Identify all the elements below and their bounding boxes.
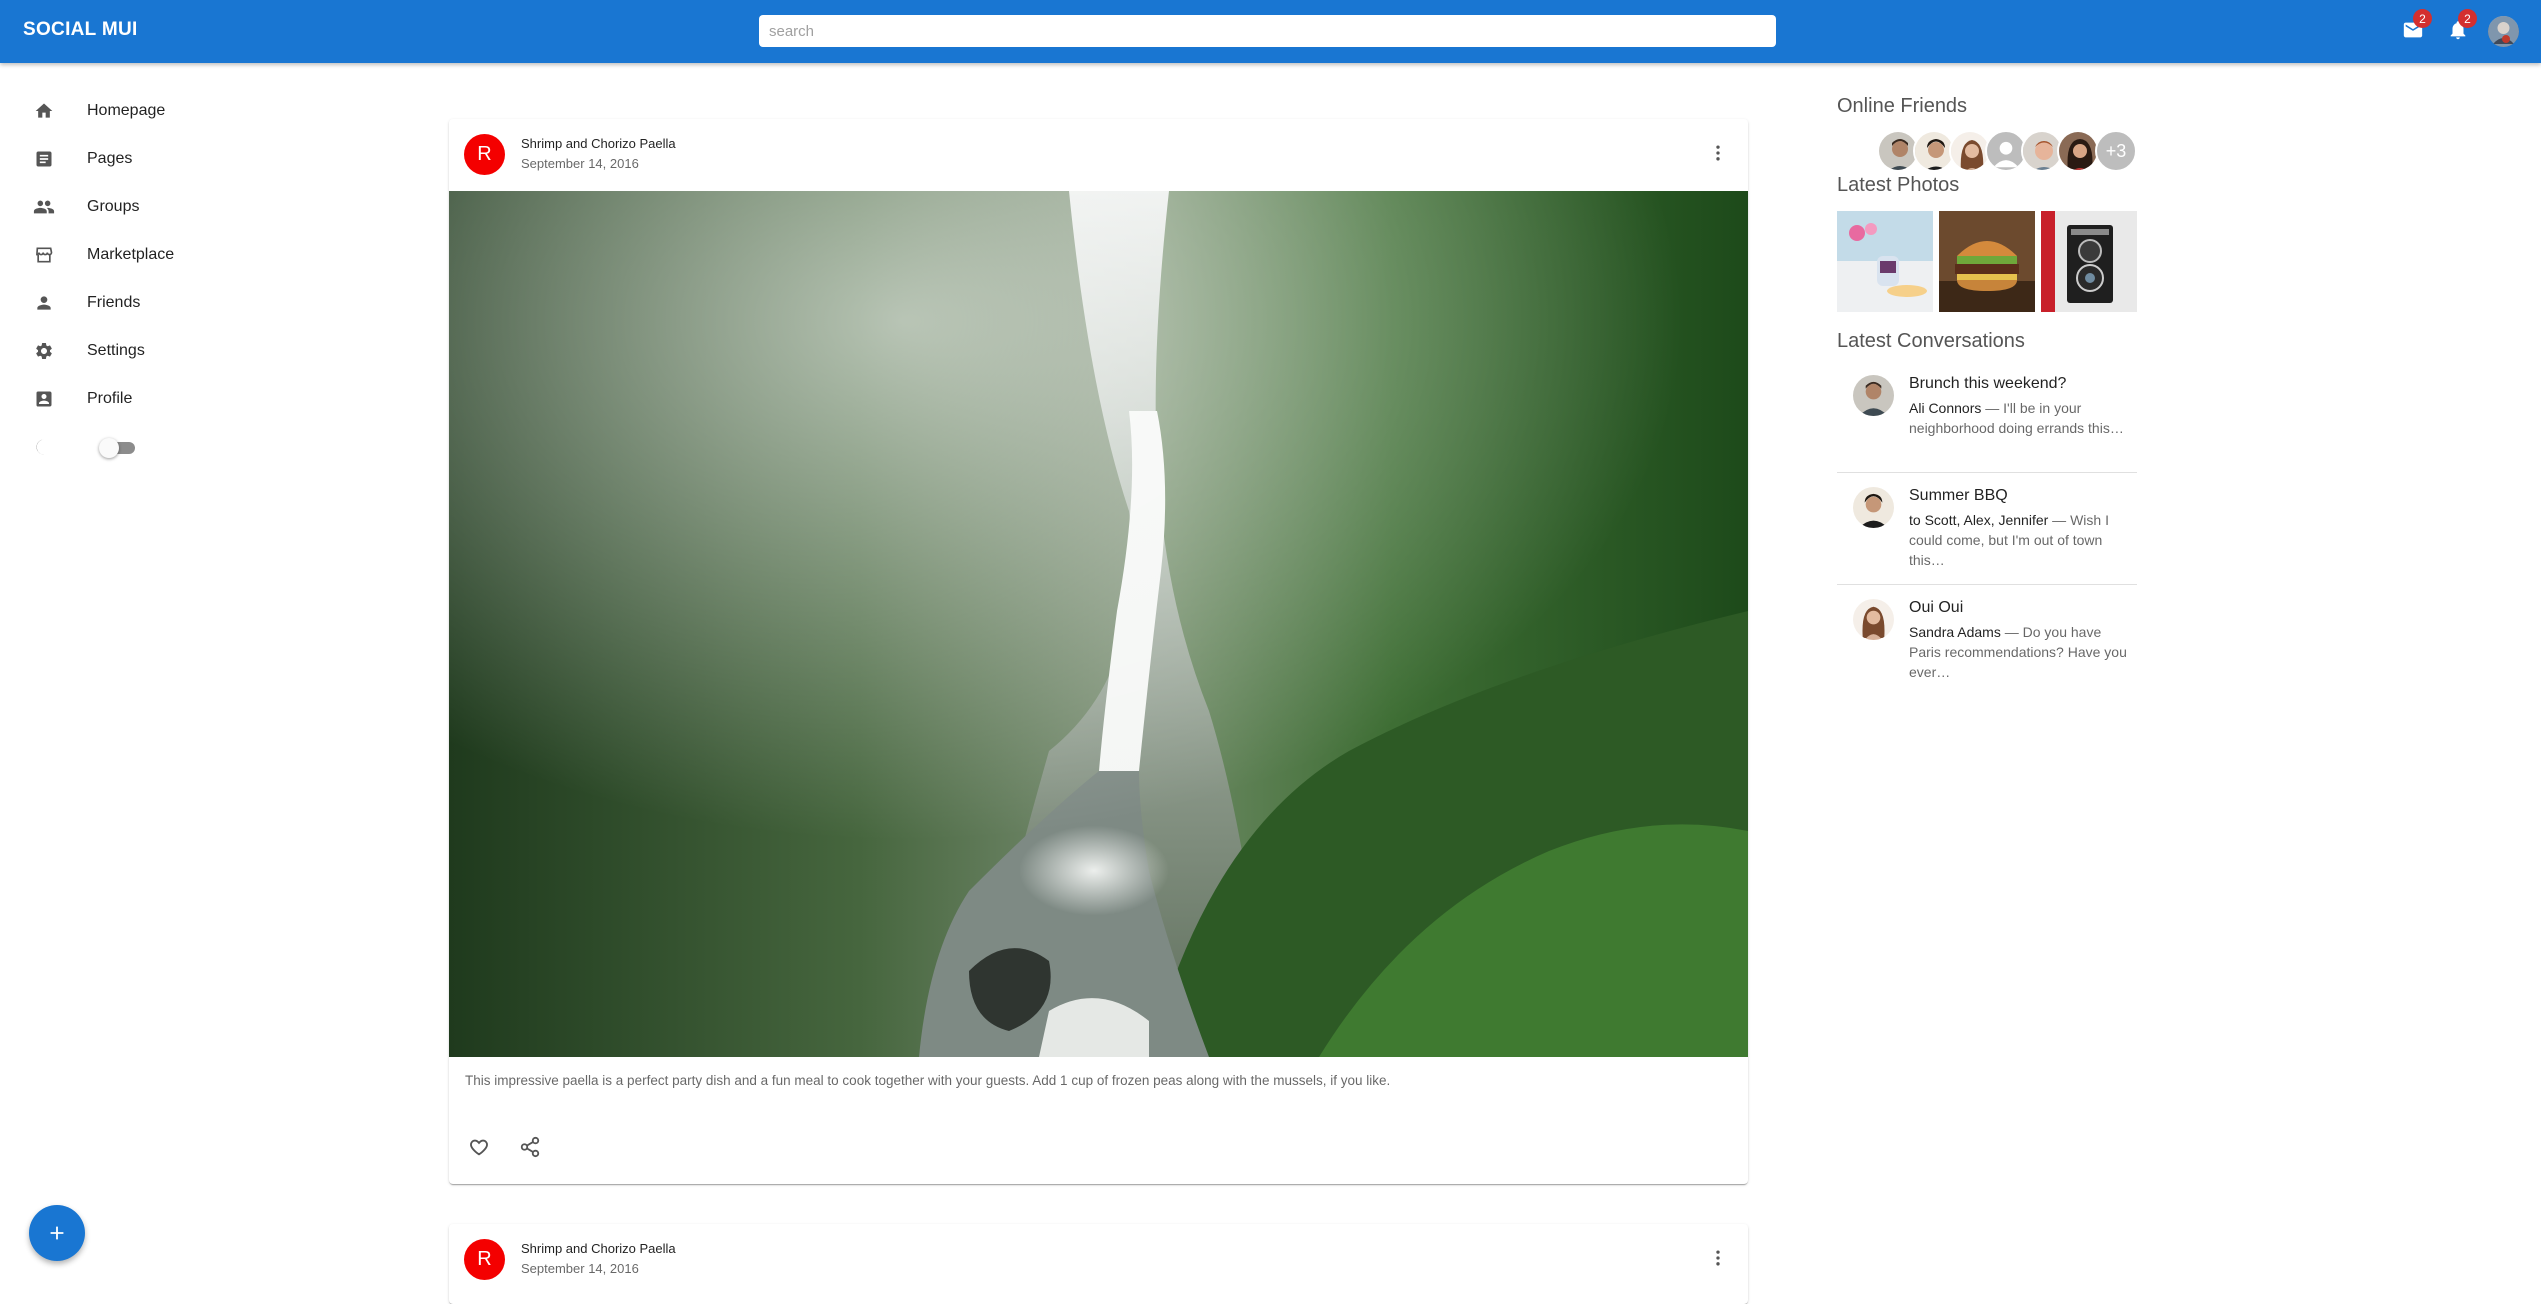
post-body: This impressive paella is a perfect part… [465, 1073, 1391, 1088]
sidebar-item-pages[interactable]: Pages [0, 135, 320, 183]
post-header: R Shrimp and Chorizo Paella September 14… [449, 119, 1748, 191]
app-logo[interactable]: SOCIAL MUI [23, 19, 138, 41]
gear-icon [33, 340, 55, 362]
conversation-preview: Ali Connors — I'll be in your neighborho… [1909, 398, 2129, 438]
search-input[interactable] [759, 15, 1776, 47]
post-image [449, 191, 1748, 1057]
sidebar-item-settings[interactable]: Settings [0, 327, 320, 375]
post-date: September 14, 2016 [521, 1261, 639, 1276]
latest-photos-title: Latest Photos [1837, 174, 1960, 196]
sidebar-item-label: Groups [87, 198, 140, 215]
more-friends-badge[interactable]: +3 [2095, 130, 2137, 172]
share-icon [520, 1136, 540, 1158]
sidebar-item-homepage[interactable]: Homepage [0, 87, 320, 135]
plus-icon [50, 1226, 64, 1240]
more-options-button[interactable] [1706, 1246, 1730, 1270]
post-date: September 14, 2016 [521, 156, 639, 171]
friend-avatar[interactable] [2057, 130, 2099, 172]
conversation-from: to Scott, Alex, Jennifer [1909, 512, 2049, 528]
theme-toggle-row [0, 423, 320, 471]
conversation-from: Ali Connors [1909, 400, 1982, 416]
sidebar-item-groups[interactable]: Groups [0, 183, 320, 231]
conversation-avatar [1853, 375, 1894, 416]
post-actions [459, 1127, 550, 1167]
add-post-button[interactable] [29, 1205, 85, 1261]
conversation-title: Oui Oui [1909, 599, 1964, 616]
photo-thumbnail[interactable] [1939, 211, 2035, 312]
photo-thumbnail[interactable] [2041, 211, 2137, 312]
sidebar-item-label: Homepage [87, 102, 166, 119]
conversation-item[interactable]: Oui Oui Sandra Adams — Do you have Paris… [1837, 585, 2137, 697]
post-title: Shrimp and Chorizo Paella [521, 1241, 676, 1256]
notifications-button[interactable]: 2 [2444, 9, 2477, 44]
post-header: R Shrimp and Chorizo Paella September 14… [449, 1224, 1748, 1296]
groups-icon [33, 196, 55, 218]
conversation-avatar [1853, 599, 1894, 640]
sidebar-item-label: Profile [87, 390, 133, 407]
mail-button[interactable]: 2 [2399, 9, 2432, 44]
post-card: R Shrimp and Chorizo Paella September 14… [449, 119, 1748, 1184]
switch-thumb[interactable] [99, 438, 119, 458]
conversation-item[interactable]: Summer BBQ to Scott, Alex, Jennifer — Wi… [1837, 473, 2137, 585]
mail-badge: 2 [2413, 9, 2432, 28]
sidebar-item-marketplace[interactable]: Marketplace [0, 231, 320, 279]
conversation-preview: to Scott, Alex, Jennifer — Wish I could … [1909, 510, 2129, 570]
user-avatar[interactable] [2488, 16, 2519, 47]
sidebar: Homepage Pages Groups Marketplace Friend… [0, 87, 320, 471]
sidebar-item-profile[interactable]: Profile [0, 375, 320, 423]
home-icon [33, 100, 55, 122]
conversation-title: Summer BBQ [1909, 487, 2008, 504]
more-vert-icon [1716, 145, 1720, 161]
notifications-badge: 2 [2458, 9, 2477, 28]
heart-icon [470, 1139, 488, 1156]
theme-switch[interactable] [99, 437, 135, 459]
conversation-list: Brunch this weekend? Ali Connors — I'll … [1837, 361, 2137, 697]
conversation-item[interactable]: Brunch this weekend? Ali Connors — I'll … [1837, 361, 2137, 473]
latest-conversations-title: Latest Conversations [1837, 330, 2025, 352]
post-title: Shrimp and Chorizo Paella [521, 136, 676, 151]
more-options-button[interactable] [1706, 141, 1730, 165]
sidebar-item-label: Settings [87, 342, 145, 359]
person-icon [33, 292, 55, 314]
post-avatar[interactable]: R [464, 134, 505, 175]
post-avatar[interactable]: R [464, 1239, 505, 1280]
account-box-icon [33, 388, 55, 410]
sidebar-item-label: Friends [87, 294, 141, 311]
user-avatar-image [2488, 16, 2519, 47]
app-bar: SOCIAL MUI 2 2 [0, 0, 2541, 63]
latest-photos-grid [1837, 211, 2137, 312]
article-icon [33, 148, 55, 170]
sidebar-item-friends[interactable]: Friends [0, 279, 320, 327]
conversation-from: Sandra Adams [1909, 624, 2001, 640]
photo-thumbnail[interactable] [1837, 211, 1933, 312]
rightbar: Online Friends +3 Latest Photos Latest C… [1837, 95, 2137, 697]
dark-mode-icon [33, 436, 55, 458]
conversation-preview: Sandra Adams — Do you have Paris recomme… [1909, 622, 2129, 682]
more-vert-icon [1716, 1250, 1720, 1266]
like-button[interactable] [459, 1127, 499, 1167]
storefront-icon [33, 244, 55, 266]
conversation-title: Brunch this weekend? [1909, 375, 2067, 392]
online-friends-group: +3 [1837, 130, 2137, 174]
sidebar-item-label: Pages [87, 150, 133, 167]
share-button[interactable] [510, 1127, 550, 1167]
post-card: R Shrimp and Chorizo Paella September 14… [449, 1224, 1748, 1304]
conversation-avatar [1853, 487, 1894, 528]
sidebar-item-label: Marketplace [87, 246, 175, 263]
online-friends-title: Online Friends [1837, 95, 1968, 117]
